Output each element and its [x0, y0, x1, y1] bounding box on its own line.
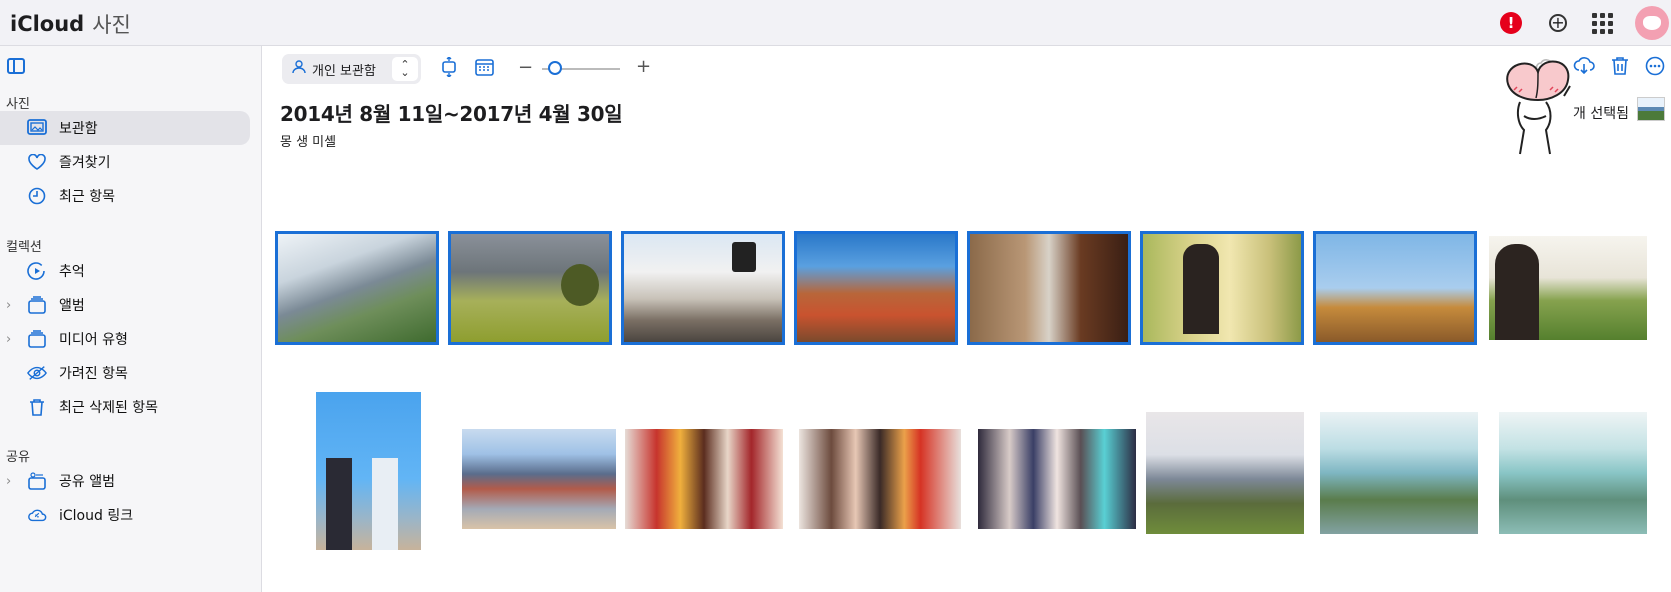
albums-icon [27, 295, 47, 315]
photo-thumbnail-cobblestone-street[interactable] [967, 231, 1131, 345]
section-title-shared: 공유 [6, 450, 30, 465]
more-icon[interactable] [1645, 56, 1665, 81]
photo-thumbnail-rainbow-field[interactable] [448, 231, 612, 345]
zoom-out-icon[interactable]: − [518, 57, 533, 78]
sidebar-item-shared-albums[interactable]: › 공유 앨범 [0, 464, 250, 498]
photo-thumbnail-blurred-3[interactable] [625, 429, 783, 529]
sidebar-item-icloud-links[interactable]: iCloud 링크 [0, 498, 250, 532]
chevron-right-icon[interactable]: › [6, 298, 11, 313]
alert-icon[interactable]: ! [1500, 12, 1522, 34]
icloud-link-icon [27, 505, 47, 525]
sidebar-item-albums[interactable]: › 앨범 [0, 288, 250, 322]
person-icon [292, 60, 306, 78]
photo-thumbnail-cafe-woman[interactable] [1140, 231, 1304, 345]
photo-thumbnail-garden-woman[interactable] [1489, 236, 1647, 340]
app-grid-icon[interactable] [1592, 12, 1613, 34]
brand-name: iCloud [10, 12, 85, 36]
brand[interactable]: iCloud 사진 [6, 9, 131, 39]
date-range-title: 2014년 8월 11일~2017년 4월 30일 [280, 102, 623, 126]
trash-icon [27, 397, 47, 417]
sidebar-item-label: 미디어 유형 [59, 332, 128, 348]
sidebar-item-library[interactable]: 보관함 [0, 111, 250, 145]
location-label: 몽 생 미셸 [280, 135, 337, 150]
sidebar-item-label: 추억 [59, 264, 85, 280]
chevron-right-icon[interactable]: › [6, 332, 11, 347]
sidebar-toggle-icon[interactable] [7, 58, 25, 74]
hidden-eye-icon [27, 363, 47, 383]
sidebar-item-label: 즐겨찾기 [59, 155, 111, 171]
sidebar-item-label: 가려진 항목 [59, 366, 128, 382]
library-icon [27, 118, 47, 138]
trash-icon[interactable] [1611, 56, 1629, 81]
sidebar-item-label: 보관함 [59, 121, 98, 137]
zoom-slider-knob[interactable] [548, 61, 562, 75]
sidebar-item-memories[interactable]: 추억 [0, 254, 250, 288]
photo-thumbnail-mountain-clouds[interactable] [275, 231, 439, 345]
app-name: 사진 [92, 13, 131, 37]
zoom-in-icon[interactable]: + [636, 56, 651, 77]
photo-thumbnail-museum-statue[interactable] [1313, 231, 1477, 345]
toolbar: 개인 보관함 ⌃ ⌄ − + [262, 46, 1671, 92]
memories-icon [27, 261, 47, 281]
chevron-right-icon[interactable]: › [6, 474, 11, 489]
sidebar-item-favorites[interactable]: 즐겨찾기 [0, 145, 250, 179]
top-bar: iCloud 사진 ! + [0, 0, 1671, 46]
photo-thumbnail-blurred-7[interactable] [1320, 412, 1478, 534]
clock-icon [27, 186, 47, 206]
selection-thumbnail [1637, 97, 1665, 121]
photo-thumbnail-blurred-1[interactable] [316, 392, 421, 550]
calendar-icon[interactable] [475, 58, 494, 81]
library-select-label: 개인 보관함 [312, 63, 376, 79]
photo-thumbnail-blurred-6[interactable] [1146, 412, 1304, 534]
media-types-icon [27, 329, 47, 349]
fit-icon[interactable] [440, 56, 458, 82]
sidebar-item-recently-deleted[interactable]: 최근 삭제된 항목 [0, 390, 250, 424]
sidebar-item-media-types[interactable]: › 미디어 유형 [0, 322, 250, 356]
sidebar-item-label: 앨범 [59, 298, 85, 314]
photo-thumbnail-town-railway[interactable] [621, 231, 785, 345]
chevron-up-down-icon: ⌃ ⌄ [392, 57, 418, 81]
sidebar-item-label: iCloud 링크 [59, 508, 134, 524]
heart-icon [27, 152, 47, 172]
section-title-photos: 사진 [6, 97, 30, 112]
shared-albums-icon [27, 471, 47, 491]
photo-thumbnail-blurred-4[interactable] [799, 429, 961, 529]
add-circle-icon[interactable]: + [1549, 14, 1567, 32]
sidebar-item-hidden[interactable]: 가려진 항목 [0, 356, 250, 390]
photo-thumbnail-blurred-2[interactable] [462, 429, 616, 529]
avatar[interactable] [1635, 6, 1669, 40]
sidebar: 사진 보관함 즐겨찾기 최근 항목 컬렉션 추억 › 앨범 › 미디어 유형 가… [0, 46, 262, 592]
sidebar-item-label: 최근 항목 [59, 189, 115, 205]
sidebar-item-label: 최근 삭제된 항목 [59, 400, 159, 416]
photo-thumbnail-blurred-5[interactable] [978, 429, 1136, 529]
photo-thumbnail-blurred-8[interactable] [1499, 412, 1647, 534]
photo-thumbnail-prague-rooftops[interactable] [794, 231, 958, 345]
sidebar-item-recents[interactable]: 최근 항목 [0, 179, 250, 213]
library-select[interactable]: 개인 보관함 ⌃ ⌄ [282, 54, 421, 84]
section-title-collections: 컬렉션 [6, 240, 42, 255]
peach-sticker-image [1506, 60, 1571, 155]
sidebar-item-label: 공유 앨범 [59, 474, 115, 490]
